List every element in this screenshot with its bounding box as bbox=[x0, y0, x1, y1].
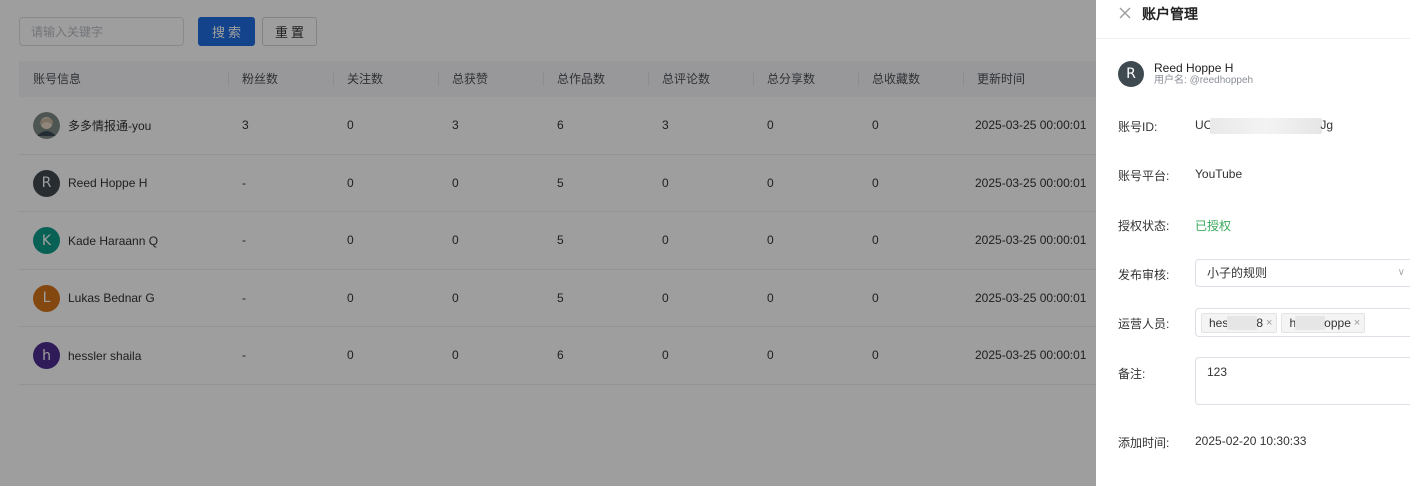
review-selected-value: 小子的规则 bbox=[1207, 266, 1268, 280]
operators-label: 运营人员: bbox=[1118, 317, 1170, 331]
redacted-block bbox=[1210, 118, 1323, 134]
operator-name-suffix: oppe bbox=[1324, 315, 1351, 330]
drawer-header: 账户管理 bbox=[1096, 0, 1410, 39]
operator-tag: h oppe × bbox=[1281, 312, 1366, 333]
redacted-block bbox=[1227, 315, 1258, 330]
handle-value: @reedhoppeh bbox=[1189, 75, 1254, 86]
user-handle: 用户名: @reedhoppeh bbox=[1154, 75, 1253, 86]
platform-label: 账号平台: bbox=[1118, 169, 1170, 183]
auth-status-value: 已授权 bbox=[1195, 219, 1232, 233]
drawer-title: 账户管理 bbox=[1142, 6, 1198, 22]
avatar: R bbox=[1118, 61, 1144, 87]
operators-select[interactable]: hes 8 × h oppe × bbox=[1195, 308, 1410, 337]
close-icon[interactable] bbox=[1117, 6, 1133, 22]
account-drawer: 账户管理 R Reed Hoppe H 用户名: @reedhoppeh 账号I… bbox=[1096, 0, 1410, 486]
user-summary: R Reed Hoppe H 用户名: @reedhoppeh bbox=[1118, 61, 1253, 87]
user-name: Reed Hoppe H bbox=[1154, 61, 1234, 75]
added-time-label: 添加时间: bbox=[1118, 436, 1170, 450]
added-time-value: 2025-02-20 10:30:33 bbox=[1195, 434, 1307, 448]
close-icon[interactable]: × bbox=[1266, 314, 1272, 332]
remark-label: 备注: bbox=[1118, 367, 1146, 381]
chevron-down-icon: ∨ bbox=[1397, 267, 1405, 278]
handle-label: 用户名: bbox=[1154, 75, 1187, 86]
operator-name-prefix: hes bbox=[1209, 315, 1229, 330]
close-icon[interactable]: × bbox=[1354, 314, 1360, 332]
account-id-label: 账号ID: bbox=[1118, 120, 1158, 134]
account-id-suffix: Jg bbox=[1320, 118, 1334, 133]
account-id-value: UC Jg bbox=[1195, 118, 1333, 134]
review-label: 发布审核: bbox=[1118, 268, 1170, 282]
user-info: Reed Hoppe H 用户名: @reedhoppeh bbox=[1154, 61, 1253, 87]
redacted-block bbox=[1295, 315, 1326, 330]
platform-value: YouTube bbox=[1195, 167, 1243, 181]
operator-tag: hes 8 × bbox=[1201, 312, 1278, 333]
review-select[interactable]: 小子的规则 ∨ bbox=[1195, 259, 1410, 287]
auth-status-label: 授权状态: bbox=[1118, 219, 1170, 233]
remark-textarea[interactable]: 123 bbox=[1195, 357, 1410, 405]
operator-name-suffix: 8 bbox=[1256, 315, 1264, 330]
